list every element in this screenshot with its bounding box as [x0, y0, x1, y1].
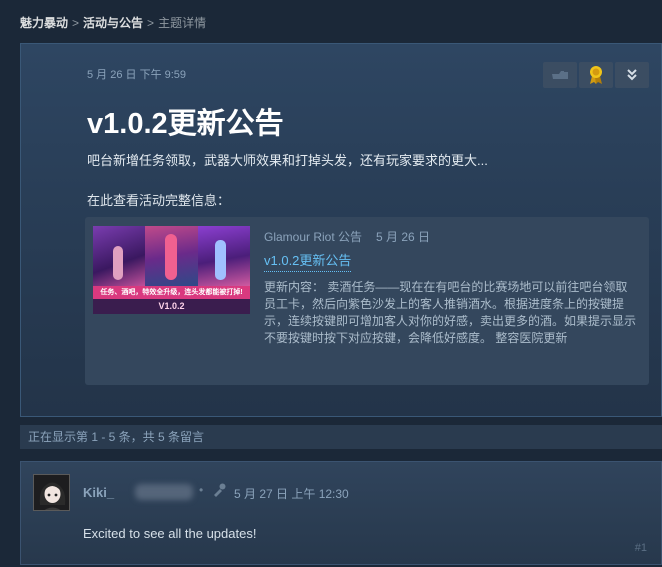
event-thumbnail[interactable]: 任务、酒吧，特效全升级，连头发都能被打掉! V1.0.2 [93, 226, 250, 314]
thumbnail-banner: 任务、酒吧，特效全升级，连头发都能被打掉! [93, 286, 250, 299]
comment-text: Excited to see all the updates! [83, 526, 257, 541]
breadcrumb-item-events[interactable]: 活动与公告 [83, 16, 143, 30]
event-card[interactable]: 任务、酒吧，特效全升级，连头发都能被打掉! V1.0.2 Glamour Rio… [85, 217, 649, 385]
award-comment-button[interactable] [211, 482, 227, 503]
page-title: v1.0.2更新公告 [87, 108, 284, 140]
breadcrumb-separator: > [72, 16, 80, 30]
comment-author[interactable]: Kiki_ [83, 485, 114, 500]
breadcrumb-item-game[interactable]: 魅力暴动 [20, 16, 68, 30]
redacted-name [135, 484, 193, 500]
topic-date: 5 月 26 日 下午 9:59 [87, 69, 187, 81]
card-publisher: Glamour Riot 公告 [264, 230, 363, 244]
comment-number: #1 [634, 542, 647, 554]
topic-summary: 吧台新增任务领取，武器大师效果和打掉头发，还有玩家要求的更大... [87, 153, 488, 168]
separator-dot: • [199, 483, 204, 497]
award-ribbon-icon [211, 483, 227, 502]
avatar[interactable] [33, 474, 70, 511]
topic-panel: 5 月 26 日 下午 9:59 v1.0.2更新公告 吧台新增任务领取，武器大… [20, 43, 662, 417]
chevron-down-icon [626, 69, 638, 81]
more-options-button[interactable] [615, 62, 649, 88]
comment-date: 5 月 27 日 上午 12:30 [234, 487, 349, 501]
breadcrumb: 魅力暴动 > 活动与公告 > 主题详情 [20, 14, 206, 31]
rate-button[interactable] [543, 62, 577, 88]
breadcrumb-separator: > [147, 16, 155, 30]
breadcrumb-current: 主题详情 [158, 16, 207, 30]
card-date: 5 月 26 日 [376, 230, 431, 244]
thumbnail-version: V1.0.2 [93, 299, 250, 314]
comment-pager-text: 正在显示第 1 - 5 条，共 5 条留言 [20, 425, 662, 449]
card-meta: Glamour Riot 公告 5 月 26 日 [264, 228, 430, 245]
more-info-label: 在此查看活动完整信息： [87, 193, 231, 208]
award-icon [588, 65, 604, 85]
comment: Kiki_ • 5 月 27 日 上午 12:30 Excited to see… [20, 461, 662, 565]
card-title-link[interactable]: v1.0.2更新公告 [264, 250, 352, 272]
award-button[interactable] [579, 62, 613, 88]
thumb-icon [551, 69, 569, 81]
card-body: 更新内容： 卖酒任务——现在在有吧台的比赛场地可以前往吧台领取员工卡，然后向紫色… [264, 280, 637, 345]
